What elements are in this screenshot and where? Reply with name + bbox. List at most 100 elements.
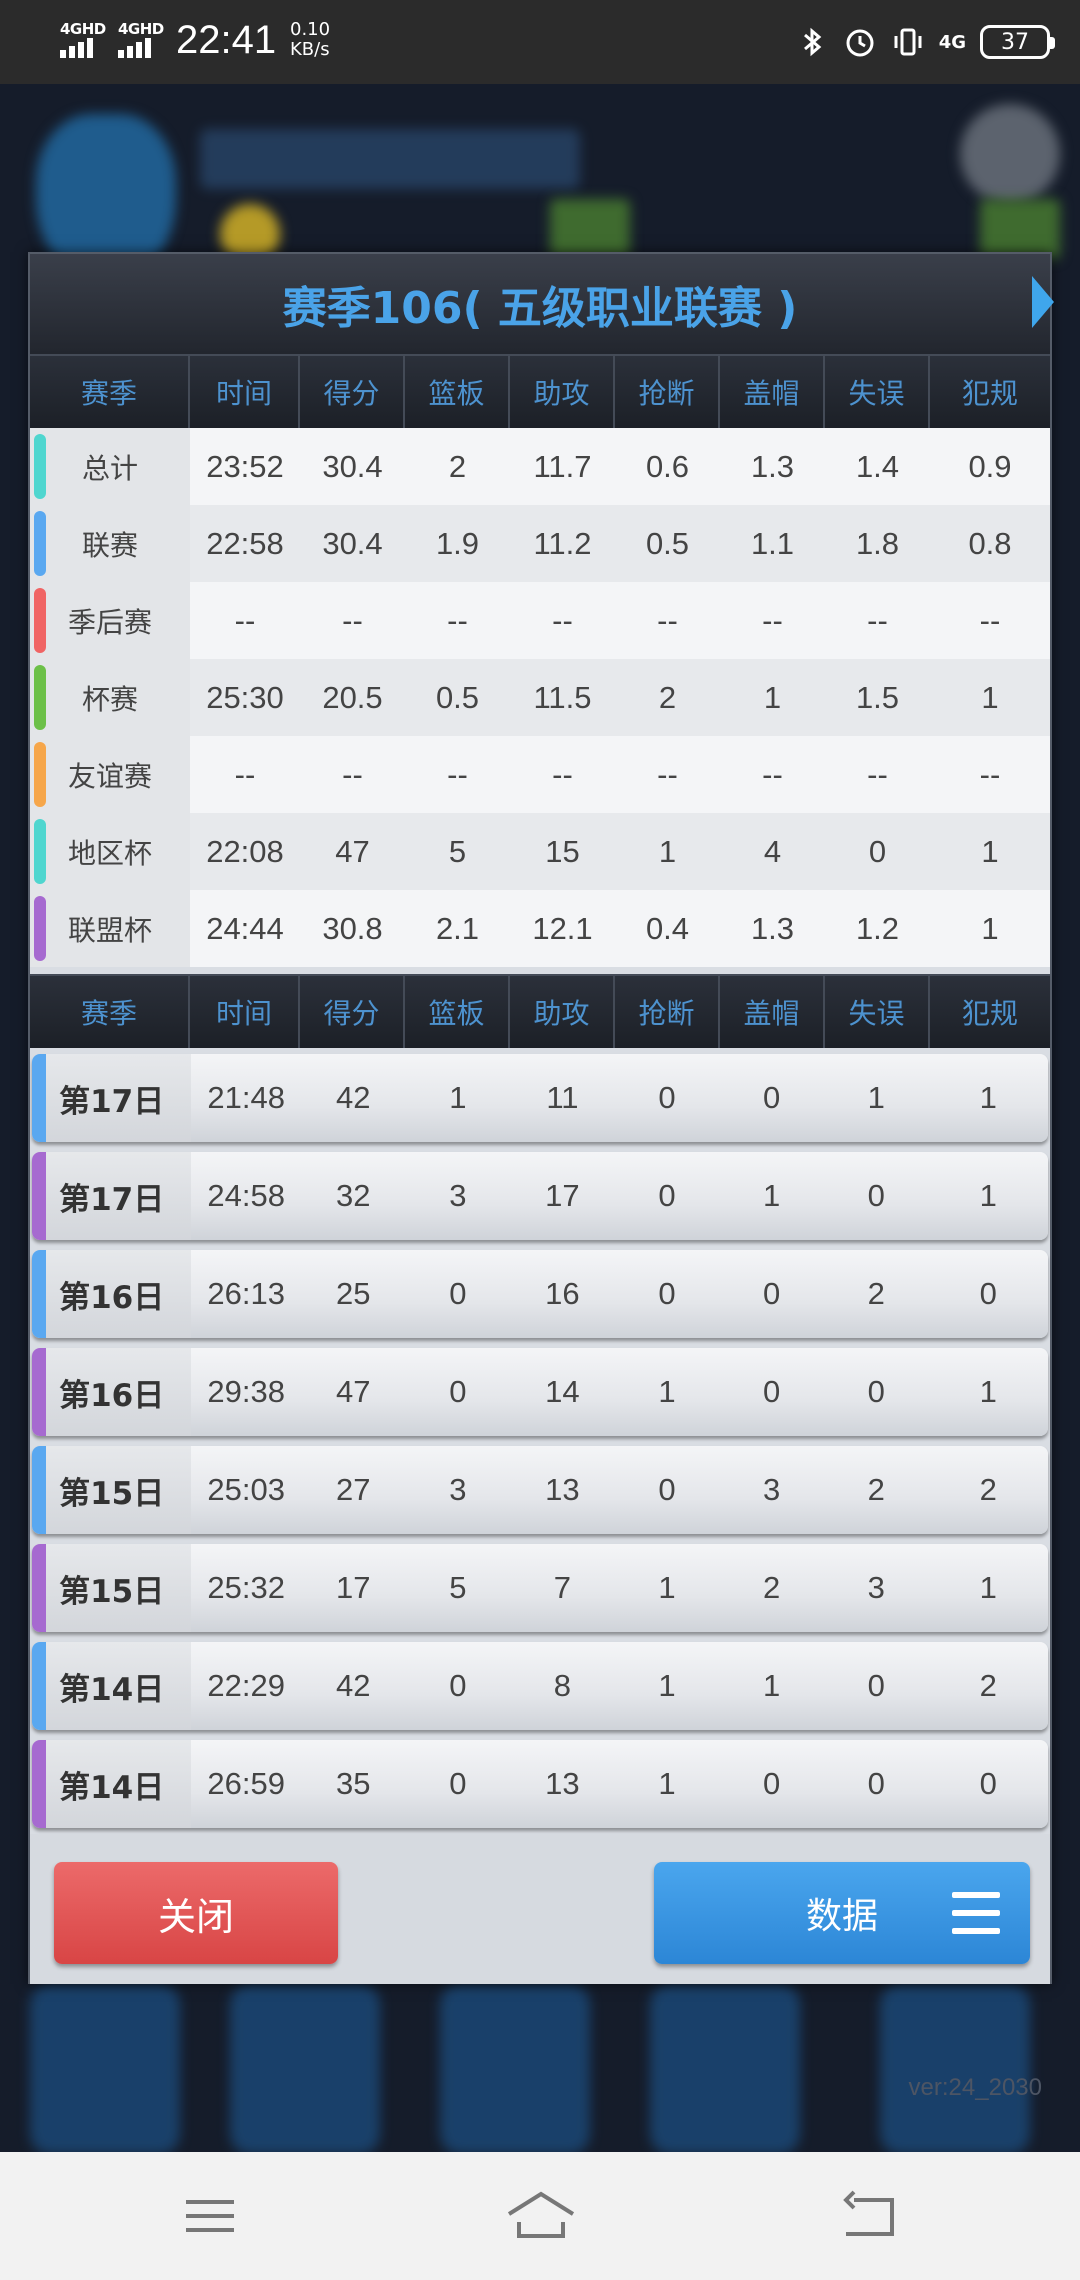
game-row[interactable]: 第16日 29:38 47 0 14 1 0 0 1 bbox=[32, 1348, 1048, 1436]
stat-cell: 0 bbox=[449, 1668, 467, 1703]
game-row[interactable]: 第15日 25:03 27 3 13 0 3 2 2 bbox=[32, 1446, 1048, 1534]
vibrate-icon bbox=[894, 28, 922, 56]
summary-row: 季后赛 -- -- -- -- -- -- -- -- bbox=[30, 582, 1050, 659]
screen: 4GHD 4GHD 22:41 0.10 KB/s 4G 37 ver:24_2… bbox=[0, 0, 1080, 2280]
column-header: 赛季 bbox=[30, 356, 190, 428]
arrow-right-icon[interactable] bbox=[1032, 276, 1054, 328]
competition-color-marker bbox=[32, 1250, 46, 1338]
column-header: 犯规 bbox=[961, 377, 1018, 410]
row-label-cell: 联赛 bbox=[30, 505, 190, 582]
stat-cell: 13 bbox=[545, 1472, 580, 1507]
game-row[interactable]: 第17日 24:58 32 3 17 0 1 0 1 bbox=[32, 1152, 1048, 1240]
stat-cell: 0 bbox=[449, 1374, 467, 1409]
stat-cell: 1.1 bbox=[750, 525, 795, 561]
column-header: 盖帽 bbox=[720, 976, 825, 1048]
column-header: 得分 bbox=[300, 976, 405, 1048]
column-header: 助攻 bbox=[510, 356, 615, 428]
column-header: 时间 bbox=[190, 976, 300, 1048]
data-button[interactable]: 数据 bbox=[654, 1862, 1030, 1964]
stat-cell: 27 bbox=[335, 1472, 371, 1507]
games-table-header: 赛季 时间 得分 篮板 助攻 抢断 盖帽 失误 犯规 bbox=[30, 974, 1050, 1048]
stat-cell: 1.2 bbox=[855, 910, 900, 946]
stat-cell: 5 bbox=[449, 1570, 467, 1605]
stat-cell: 1 bbox=[658, 1570, 676, 1605]
stat-cell: 11.2 bbox=[533, 525, 592, 561]
stat-cell: 1 bbox=[979, 1374, 997, 1409]
stat-cell: 4 bbox=[763, 833, 782, 869]
stat-cell: 21:48 bbox=[207, 1080, 285, 1115]
stat-cell: 0 bbox=[867, 1374, 885, 1409]
stat-cell: 29:38 bbox=[207, 1374, 285, 1409]
battery-icon: 37 bbox=[980, 25, 1055, 59]
game-row[interactable]: 第14日 26:59 35 0 13 1 0 0 0 bbox=[32, 1740, 1048, 1828]
stat-cell: 47 bbox=[335, 1374, 371, 1409]
game-row[interactable]: 第17日 21:48 42 1 11 0 0 1 1 bbox=[32, 1054, 1048, 1142]
stat-cell: 1.4 bbox=[855, 448, 900, 484]
stat-cell: -- bbox=[979, 756, 1001, 792]
game-row[interactable]: 第14日 22:29 42 0 8 1 1 0 2 bbox=[32, 1642, 1048, 1730]
version-label: ver:24_2030 bbox=[908, 2074, 1042, 2101]
stat-cell: 0 bbox=[979, 1766, 997, 1801]
row-label: 季后赛 bbox=[67, 605, 152, 639]
add-icon bbox=[550, 199, 630, 259]
column-header: 助攻 bbox=[510, 976, 615, 1048]
row-label-cell: 地区杯 bbox=[30, 813, 190, 890]
stat-cell: 2 bbox=[658, 679, 677, 715]
summary-row: 地区杯 22:08 47 5 15 1 4 0 1 bbox=[30, 813, 1050, 890]
category-color-marker bbox=[34, 742, 46, 807]
stat-cell: 1.5 bbox=[855, 679, 900, 715]
stat-cell: 25:03 bbox=[207, 1472, 285, 1507]
stat-cell: 0 bbox=[762, 1766, 781, 1801]
stat-cell: 20.5 bbox=[322, 679, 383, 715]
stat-cell: -- bbox=[234, 756, 256, 792]
stat-cell: 25:30 bbox=[206, 679, 284, 715]
battery-level: 37 bbox=[1001, 29, 1029, 55]
game-day-label: 第16日 bbox=[59, 1279, 165, 1316]
stat-cell: 1 bbox=[979, 1080, 997, 1115]
row-label: 地区杯 bbox=[67, 836, 152, 870]
gear-icon bbox=[960, 104, 1060, 204]
stat-cell: 16 bbox=[545, 1276, 580, 1311]
stat-cell: 1 bbox=[981, 679, 999, 715]
sim2-label: 4GHD bbox=[118, 20, 164, 38]
game-day-label: 第14日 bbox=[59, 1769, 165, 1806]
stat-cell: 0 bbox=[658, 1080, 676, 1115]
column-header: 失误 bbox=[825, 976, 930, 1048]
stat-cell: 0 bbox=[762, 1080, 781, 1115]
game-row[interactable]: 第16日 26:13 25 0 16 0 0 2 0 bbox=[32, 1250, 1048, 1338]
close-button[interactable]: 关闭 bbox=[54, 1862, 338, 1964]
row-label: 总计 bbox=[81, 451, 138, 485]
stat-cell: 22:29 bbox=[207, 1668, 285, 1703]
nav-menu-icon[interactable] bbox=[180, 2188, 240, 2244]
stat-cell: 1 bbox=[449, 1080, 467, 1115]
network-type: 4G bbox=[938, 31, 966, 53]
stat-cell: 1 bbox=[981, 910, 999, 946]
stat-cell: 1.3 bbox=[750, 448, 795, 484]
competition-color-marker bbox=[32, 1348, 46, 1436]
stat-cell: 1 bbox=[658, 1668, 676, 1703]
competition-color-marker bbox=[32, 1446, 46, 1534]
column-header: 抢断 bbox=[615, 356, 720, 428]
nav-back-icon[interactable] bbox=[840, 2188, 900, 2244]
category-color-marker bbox=[34, 511, 46, 576]
stat-cell: 0 bbox=[868, 833, 887, 869]
add-icon bbox=[980, 199, 1060, 259]
game-row[interactable]: 第15日 25:32 17 5 7 1 2 3 1 bbox=[32, 1544, 1048, 1632]
system-navigation-bar bbox=[0, 2152, 1080, 2280]
stat-cell: 0 bbox=[979, 1276, 997, 1311]
stat-cell: -- bbox=[342, 756, 363, 792]
nav-yen-icon bbox=[230, 1984, 380, 2152]
column-header: 盖帽 bbox=[720, 356, 825, 428]
stat-cell: 11.7 bbox=[533, 448, 592, 484]
column-header: 篮板 bbox=[405, 356, 510, 428]
stat-cell: 11 bbox=[546, 1080, 579, 1115]
stat-cell: 3 bbox=[449, 1472, 467, 1507]
stat-cell: -- bbox=[979, 602, 1001, 638]
nav-up-icon bbox=[880, 1984, 1030, 2152]
bluetooth-icon bbox=[803, 27, 821, 57]
row-label-cell: 杯赛 bbox=[30, 659, 190, 736]
competition-color-marker bbox=[32, 1544, 46, 1632]
stat-cell: 8 bbox=[553, 1668, 572, 1703]
stat-cell: -- bbox=[552, 756, 573, 792]
nav-home-icon[interactable] bbox=[505, 2188, 577, 2244]
